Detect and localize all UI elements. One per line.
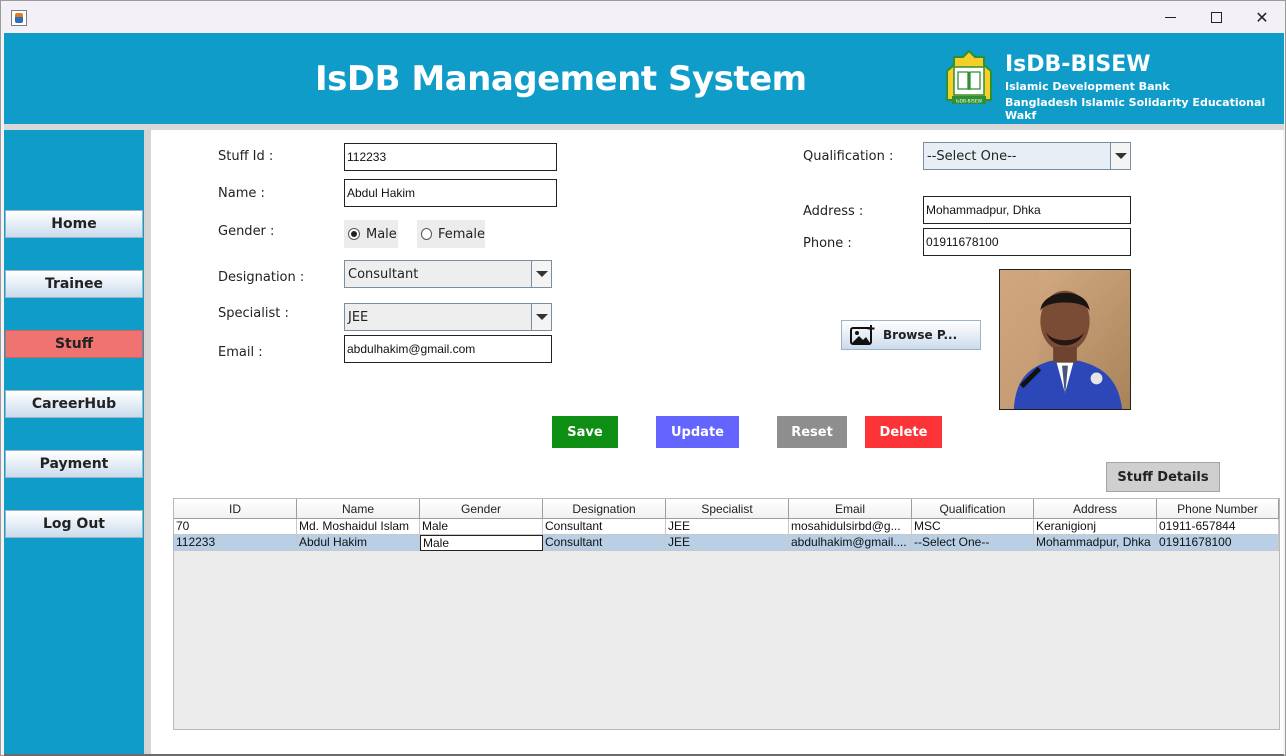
stuff-id-field[interactable]: 112233 [344, 143, 557, 171]
table-cell[interactable]: JEE [666, 519, 789, 535]
designation-label: Designation : [218, 270, 305, 285]
table-row-selected[interactable]: 112233 Abdul Hakim Male Consultant JEE a… [174, 535, 1279, 551]
table-cell[interactable]: 112233 [174, 535, 297, 551]
column-header[interactable]: Specialist [666, 499, 789, 519]
table-cell[interactable]: Md. Moshaidul Islam [297, 519, 420, 535]
org-name: IsDB-BISEW [1005, 52, 1151, 77]
chevron-down-icon[interactable] [531, 261, 551, 287]
address-label: Address : [803, 204, 864, 219]
column-header[interactable]: Address [1034, 499, 1157, 519]
staff-photo [999, 269, 1131, 410]
chevron-down-icon[interactable] [1110, 143, 1130, 169]
org-subtitle-2: Bangladesh Islamic Solidarity Educationa… [1005, 96, 1266, 122]
specialist-select[interactable]: JEE [344, 303, 552, 331]
gender-label: Gender : [218, 224, 275, 239]
table-cell[interactable]: Keranigionj [1034, 519, 1157, 535]
page-title: IsDB Management System [315, 59, 807, 99]
minimize-icon [1164, 16, 1176, 18]
table-cell[interactable]: Mohammadpur, Dhka [1034, 535, 1157, 551]
close-icon: ✕ [1255, 7, 1269, 27]
column-header[interactable]: Designation [543, 499, 666, 519]
column-header[interactable]: Name [297, 499, 420, 519]
sidebar-item-logout[interactable]: Log Out [5, 510, 143, 538]
table-cell[interactable]: Consultant [543, 535, 666, 551]
delete-button[interactable]: Delete [865, 416, 942, 448]
gender-male-radio[interactable]: Male [344, 220, 398, 248]
table-row[interactable]: 70 Md. Moshaidul Islam Male Consultant J… [174, 519, 1279, 535]
stuff-id-label: Stuff Id : [218, 149, 274, 164]
table-cell[interactable]: 01911-657844 [1157, 519, 1279, 535]
table-cell[interactable]: Consultant [543, 519, 666, 535]
org-subtitle-1: Islamic Development Bank [1005, 80, 1170, 93]
sidebar-item-stuff[interactable]: Stuff [5, 330, 143, 358]
gender-female-label: Female [437, 226, 485, 242]
table-cell-focused[interactable]: Male [420, 535, 543, 551]
address-field[interactable]: Mohammadpur, Dhka [923, 196, 1131, 224]
app-window: ✕ IsDB Management System IsDB-BISEW IsDB… [0, 0, 1286, 756]
browse-photo-button[interactable]: Browse P... [841, 320, 981, 350]
update-button[interactable]: Update [656, 416, 739, 448]
reset-button[interactable]: Reset [777, 416, 847, 448]
add-image-icon [850, 325, 875, 345]
maximize-button[interactable] [1193, 1, 1239, 33]
table-cell[interactable]: mosahidulsirbd@g... [789, 519, 912, 535]
column-header[interactable]: Gender [420, 499, 543, 519]
table-header-row: ID Name Gender Designation Specialist Em… [174, 499, 1279, 519]
qualification-value: --Select One-- [927, 148, 1017, 164]
stuff-table[interactable]: ID Name Gender Designation Specialist Em… [173, 498, 1280, 730]
column-header[interactable]: Phone Number [1157, 499, 1279, 519]
table-cell[interactable]: Male [420, 519, 543, 535]
sidebar-divider [144, 130, 151, 754]
column-header[interactable]: ID [174, 499, 297, 519]
column-header[interactable]: Email [789, 499, 912, 519]
column-header[interactable]: Qualification [912, 499, 1034, 519]
table-cell[interactable]: 01911678100 [1157, 535, 1279, 551]
email-label: Email : [218, 345, 263, 360]
designation-value: Consultant [348, 266, 419, 282]
gender-male-label: Male [366, 226, 397, 242]
stuff-details-button[interactable]: Stuff Details [1106, 462, 1220, 492]
specialist-value: JEE [348, 309, 369, 325]
maximize-icon [1210, 11, 1222, 23]
table-cell[interactable]: JEE [666, 535, 789, 551]
specialist-label: Specialist : [218, 306, 289, 321]
sidebar-item-home[interactable]: Home [5, 210, 143, 238]
radio-unselected-icon [421, 228, 432, 240]
table-cell[interactable]: Abdul Hakim [297, 535, 420, 551]
java-app-icon [11, 10, 27, 26]
gender-female-radio[interactable]: Female [417, 220, 485, 248]
table-cell[interactable]: 70 [174, 519, 297, 535]
qualification-label: Qualification : [803, 149, 894, 164]
table-cell[interactable]: MSC [912, 519, 1034, 535]
stuff-form-panel: Stuff Id : 112233 Name : Abdul Hakim Gen… [151, 130, 1283, 754]
table-cell[interactable]: abdulhakim@gmail.... [789, 535, 912, 551]
sidebar-item-payment[interactable]: Payment [5, 450, 143, 478]
name-field[interactable]: Abdul Hakim [344, 179, 557, 207]
logo-caption: IsDB-BISEW [956, 99, 983, 105]
qualification-select[interactable]: --Select One-- [923, 142, 1131, 170]
phone-label: Phone : [803, 236, 852, 251]
isdb-logo-icon: IsDB-BISEW [946, 50, 992, 105]
designation-select[interactable]: Consultant [344, 260, 552, 288]
radio-selected-icon [348, 228, 360, 240]
title-bar: ✕ [1, 1, 1285, 33]
sidebar-item-trainee[interactable]: Trainee [5, 270, 143, 298]
email-field[interactable]: abdulhakim@gmail.com [344, 335, 552, 363]
name-label: Name : [218, 186, 265, 201]
close-button[interactable]: ✕ [1239, 1, 1285, 33]
browse-photo-label: Browse P... [883, 328, 958, 342]
sidebar-item-careerhub[interactable]: CareerHub [5, 390, 143, 418]
table-cell[interactable]: --Select One-- [912, 535, 1034, 551]
minimize-button[interactable] [1147, 1, 1193, 33]
chevron-down-icon[interactable] [531, 304, 551, 330]
save-button[interactable]: Save [552, 416, 618, 448]
phone-field[interactable]: 01911678100 [923, 228, 1131, 256]
sidebar: Home Trainee Stuff CareerHub Payment Log… [4, 130, 144, 754]
header-banner: IsDB Management System IsDB-BISEW IsDB-B… [4, 33, 1284, 124]
